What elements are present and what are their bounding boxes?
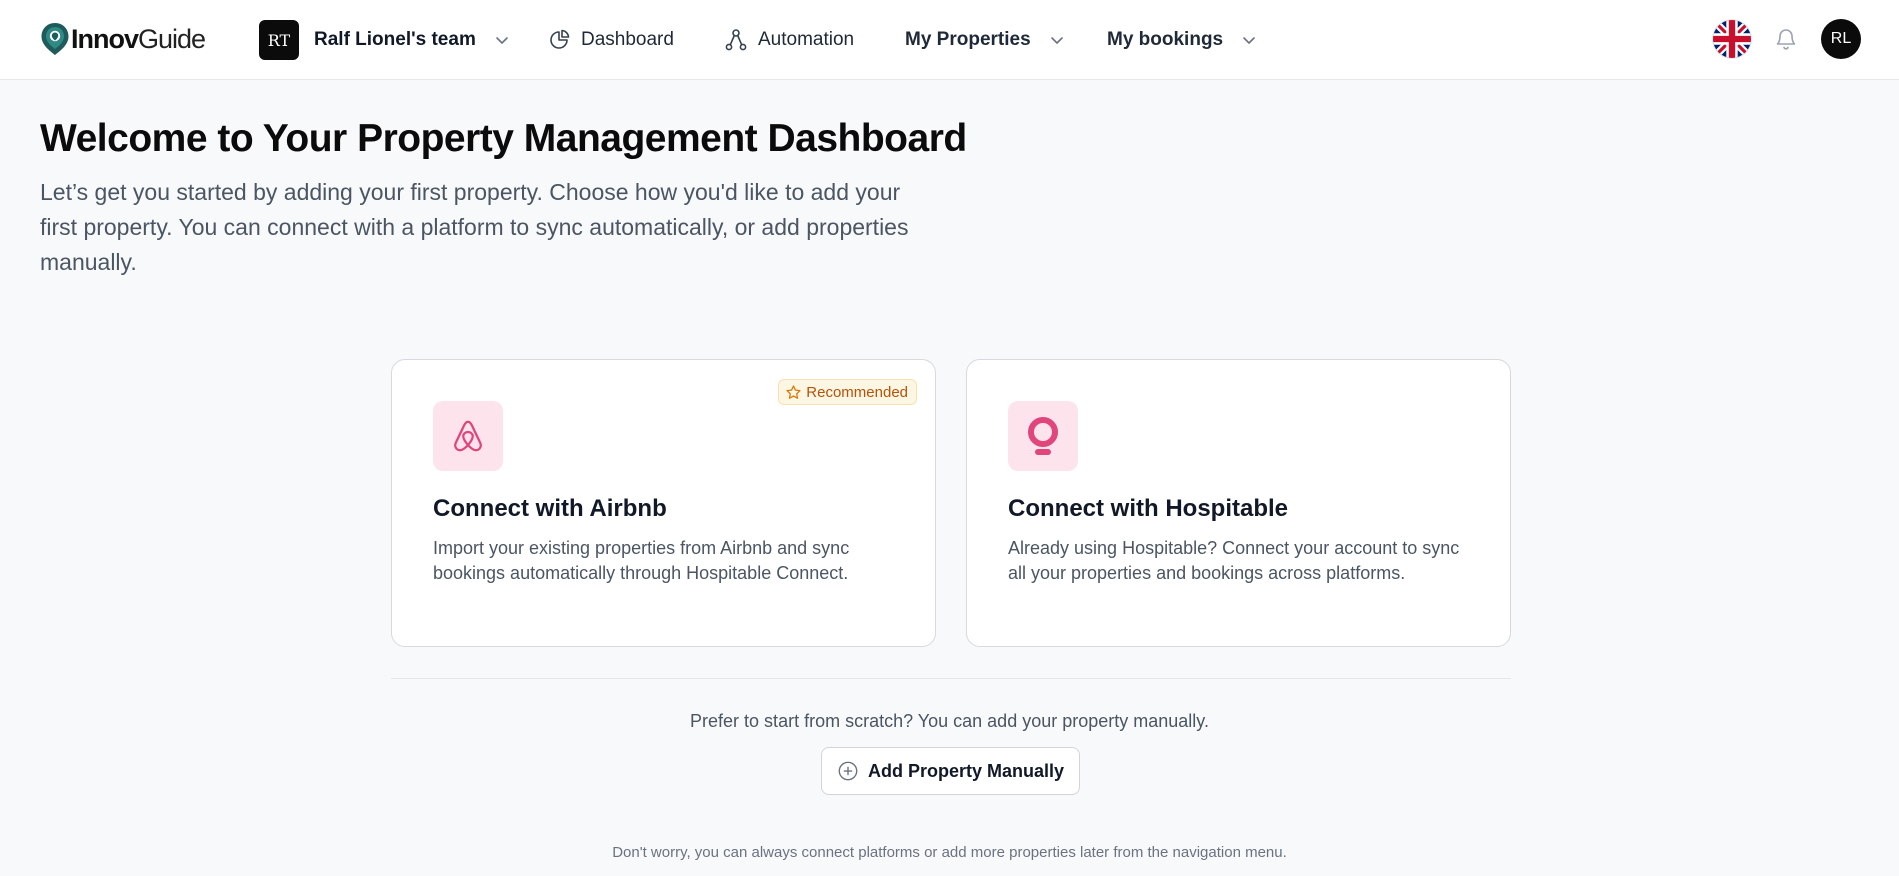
page-title: Welcome to Your Property Management Dash…: [40, 117, 967, 160]
nav-my-properties-label: My Properties: [905, 29, 1031, 50]
connect-hospitable-title: Connect with Hospitable: [1008, 495, 1289, 522]
hospitable-icon: [1028, 417, 1058, 455]
nav-automation-label: Automation: [758, 29, 855, 50]
logo-wordmark-light: Guide: [138, 23, 206, 54]
user-avatar[interactable]: RL: [1821, 19, 1861, 59]
connect-hospitable-description: Already using Hospitable? Connect your a…: [1008, 538, 1460, 583]
innovguide-logo[interactable]: InnovGuide: [40, 22, 206, 56]
hospitable-icon-tile: [1008, 401, 1078, 471]
page-subtitle: Let’s get you started by adding your fir…: [40, 179, 909, 275]
automation-icon: [724, 28, 748, 52]
notifications-button[interactable]: [1773, 24, 1799, 54]
connect-airbnb-title: Connect with Airbnb: [433, 495, 667, 522]
language-selector[interactable]: [1713, 20, 1751, 58]
connect-airbnb-card[interactable]: Recommended Connect with Airbnb Import y…: [391, 359, 936, 647]
nav-my-properties[interactable]: My Properties: [905, 20, 1065, 60]
location-pin-logo-icon: [41, 23, 69, 55]
airbnb-icon: [454, 420, 482, 452]
nav-my-bookings[interactable]: My bookings: [1107, 20, 1257, 60]
footnote-text: Don't worry, you can always connect plat…: [612, 844, 1287, 861]
pie-chart-icon: [547, 28, 571, 52]
nav-dashboard[interactable]: Dashboard: [547, 20, 674, 60]
manual-prompt: Prefer to start from scratch? You can ad…: [690, 711, 1209, 731]
connect-airbnb-description: Import your existing properties from Air…: [433, 538, 850, 583]
team-avatar: RT: [259, 20, 299, 60]
star-icon: [786, 384, 801, 399]
bell-icon: [1776, 29, 1796, 50]
chevron-down-icon: [1241, 32, 1257, 48]
plus-circle-icon: [838, 761, 858, 781]
top-navigation-bar: InnovGuide RT Ralf Lionel's team Dashboa…: [0, 0, 1899, 80]
uk-flag-icon: [1713, 20, 1751, 58]
nav-dashboard-label: Dashboard: [581, 29, 674, 50]
recommended-badge-label: Recommended: [806, 383, 908, 401]
recommended-badge: Recommended: [778, 379, 917, 405]
airbnb-icon-tile: [433, 401, 503, 471]
chevron-down-icon: [494, 32, 510, 48]
nav-automation[interactable]: Automation: [724, 20, 854, 60]
connect-hospitable-card[interactable]: Connect with Hospitable Already using Ho…: [966, 359, 1511, 647]
section-divider: [391, 678, 1511, 679]
add-property-manually-label: Add Property Manually: [867, 760, 1065, 781]
chevron-down-icon: [1049, 32, 1065, 48]
nav-my-bookings-label: My bookings: [1107, 29, 1224, 50]
logo-wordmark-bold: Innov: [71, 23, 139, 54]
team-name: Ralf Lionel's team: [314, 29, 476, 50]
add-property-manually-button[interactable]: Add Property Manually: [821, 747, 1080, 795]
logo-wordmark: InnovGuide: [71, 23, 206, 55]
team-switcher[interactable]: RT Ralf Lionel's team: [259, 20, 510, 60]
